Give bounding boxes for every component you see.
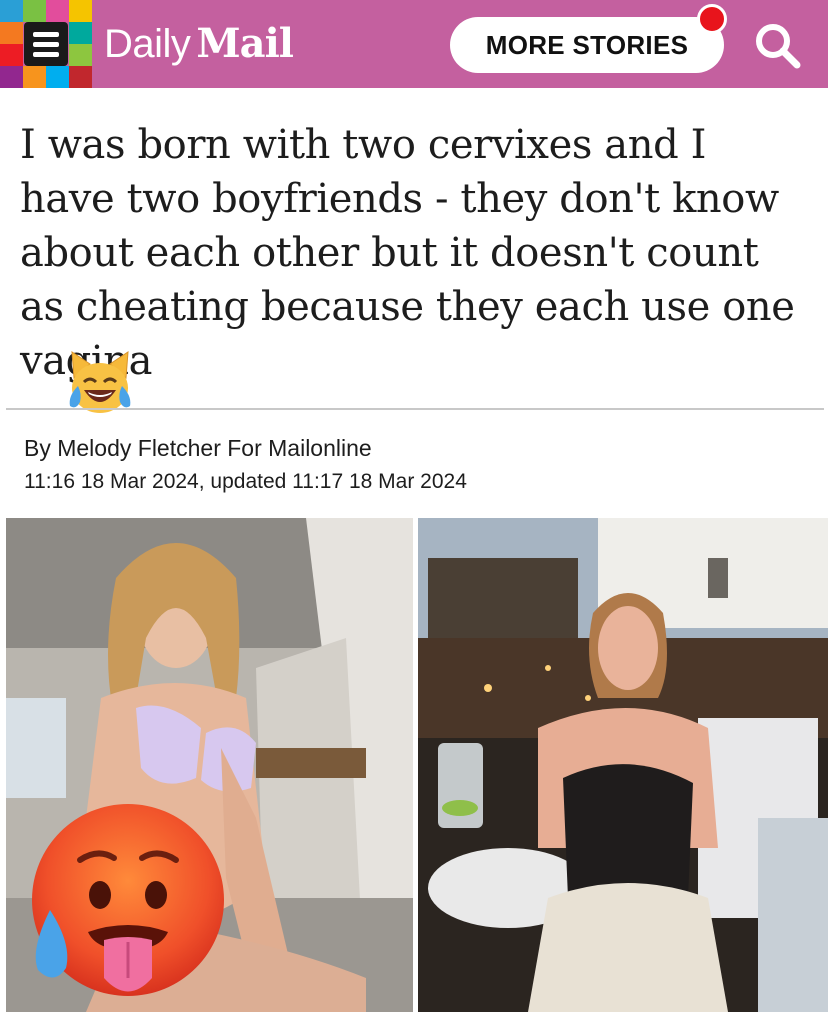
hot-face-emoji-icon — [32, 804, 224, 996]
article-timestamp: 11:16 18 Mar 2024, updated 11:17 18 Mar … — [24, 470, 467, 493]
article-photo-right[interactable] — [418, 518, 828, 1012]
article-byline[interactable]: By Melody Fletcher For Mailonline — [24, 433, 372, 463]
logo-daily: Daily — [104, 22, 191, 66]
search-icon[interactable] — [750, 18, 806, 74]
site-header: Daily Mail MORE STORIES — [0, 0, 828, 88]
site-logo[interactable]: Daily Mail — [104, 20, 294, 68]
article-headline: I was born with two cervixes and I have … — [20, 122, 795, 384]
menu-icon[interactable] — [24, 22, 68, 66]
more-stories-button[interactable]: MORE STORIES — [450, 17, 724, 73]
section-divider — [6, 408, 824, 410]
notification-dot-icon — [697, 4, 727, 34]
logo-mail: Mail — [196, 20, 294, 67]
